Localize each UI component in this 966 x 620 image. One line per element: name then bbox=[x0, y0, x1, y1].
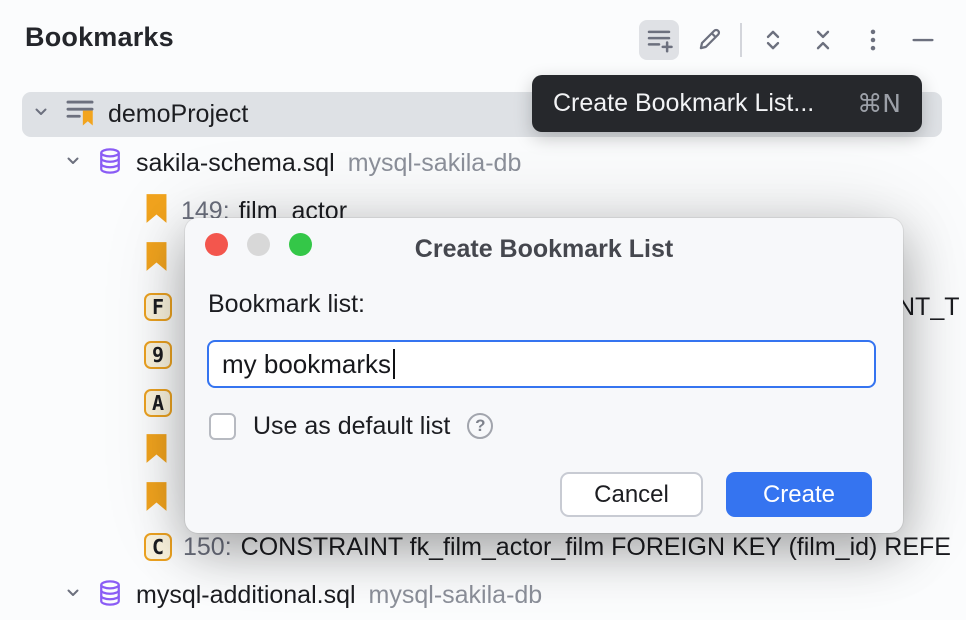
tree-row-mysql-additional[interactable]: mysql-additional.sql mysql-sakila-db bbox=[0, 571, 966, 619]
mnemonic-bookmark-icon: F bbox=[144, 293, 172, 321]
bookmark-text: CONSTRAINT fk_film_actor_film FOREIGN KE… bbox=[241, 533, 951, 562]
tree-row-sakila-schema[interactable]: sakila-schema.sql mysql-sakila-db bbox=[0, 139, 966, 187]
toolbar bbox=[634, 20, 948, 60]
hide-button[interactable] bbox=[903, 20, 943, 60]
database-icon bbox=[95, 578, 125, 613]
tree-item-location: mysql-sakila-db bbox=[369, 581, 543, 610]
create-button[interactable]: Create bbox=[726, 472, 872, 517]
create-bookmark-list-button[interactable] bbox=[639, 20, 679, 60]
obscured-row-text-fragment: NT_T bbox=[897, 293, 960, 322]
panel-header: Bookmarks bbox=[0, 0, 966, 78]
bookmark-line-number: 150: bbox=[183, 533, 232, 562]
bookmark-icon bbox=[143, 193, 170, 229]
mnemonic-bookmark-icon: C bbox=[144, 533, 172, 561]
database-icon bbox=[95, 146, 125, 181]
text-caret bbox=[393, 349, 395, 379]
use-as-default-label: Use as default list bbox=[253, 412, 450, 441]
tree-item-label: mysql-additional.sql bbox=[136, 581, 356, 610]
edit-icon bbox=[694, 25, 724, 55]
panel-title: Bookmarks bbox=[25, 22, 174, 53]
tree-item-location: mysql-sakila-db bbox=[348, 149, 522, 178]
dialog-buttons: Cancel Create bbox=[560, 472, 872, 517]
mnemonic-bookmark-icon: 9 bbox=[144, 341, 172, 369]
more-options-icon bbox=[858, 25, 888, 55]
bookmark-icon bbox=[143, 481, 170, 517]
bookmark-icon bbox=[143, 241, 170, 277]
expand-all-icon bbox=[758, 25, 788, 55]
tooltip-shortcut: ⌘N bbox=[857, 89, 901, 118]
collapse-all-button[interactable] bbox=[803, 20, 843, 60]
mnemonic-bookmark-icon: A bbox=[144, 389, 172, 417]
tree-item-label: demoProject bbox=[108, 100, 248, 129]
use-as-default-row: Use as default list ? bbox=[209, 410, 493, 442]
tooltip-label: Create Bookmark List... bbox=[553, 89, 814, 118]
chevron-down-icon[interactable] bbox=[62, 582, 84, 609]
bookmark-icon bbox=[143, 433, 170, 469]
help-icon[interactable]: ? bbox=[467, 413, 493, 439]
bookmarks-tool-window: Bookmarks bbox=[0, 0, 966, 620]
cancel-button[interactable]: Cancel bbox=[560, 472, 703, 517]
bookmark-list-name-input[interactable]: my bookmarks bbox=[207, 340, 876, 388]
tooltip-create-bookmark-list: Create Bookmark List... ⌘N bbox=[532, 75, 922, 132]
hide-icon bbox=[908, 25, 938, 55]
edit-button[interactable] bbox=[689, 20, 729, 60]
create-bookmark-list-dialog: Create Bookmark List Bookmark list: my b… bbox=[185, 218, 903, 533]
expand-all-button[interactable] bbox=[753, 20, 793, 60]
input-value: my bookmarks bbox=[222, 349, 391, 380]
more-options-button[interactable] bbox=[853, 20, 893, 60]
use-as-default-checkbox[interactable] bbox=[209, 413, 236, 440]
chevron-down-icon[interactable] bbox=[62, 150, 84, 177]
bookmark-list-icon bbox=[63, 95, 97, 134]
bookmark-list-field-label: Bookmark list: bbox=[208, 290, 365, 319]
dialog-title: Create Bookmark List bbox=[185, 235, 903, 264]
toolbar-divider bbox=[740, 23, 742, 57]
create-bookmark-list-icon bbox=[644, 25, 674, 55]
collapse-all-icon bbox=[808, 25, 838, 55]
chevron-down-icon[interactable] bbox=[30, 101, 52, 128]
tree-item-label: sakila-schema.sql bbox=[136, 149, 335, 178]
